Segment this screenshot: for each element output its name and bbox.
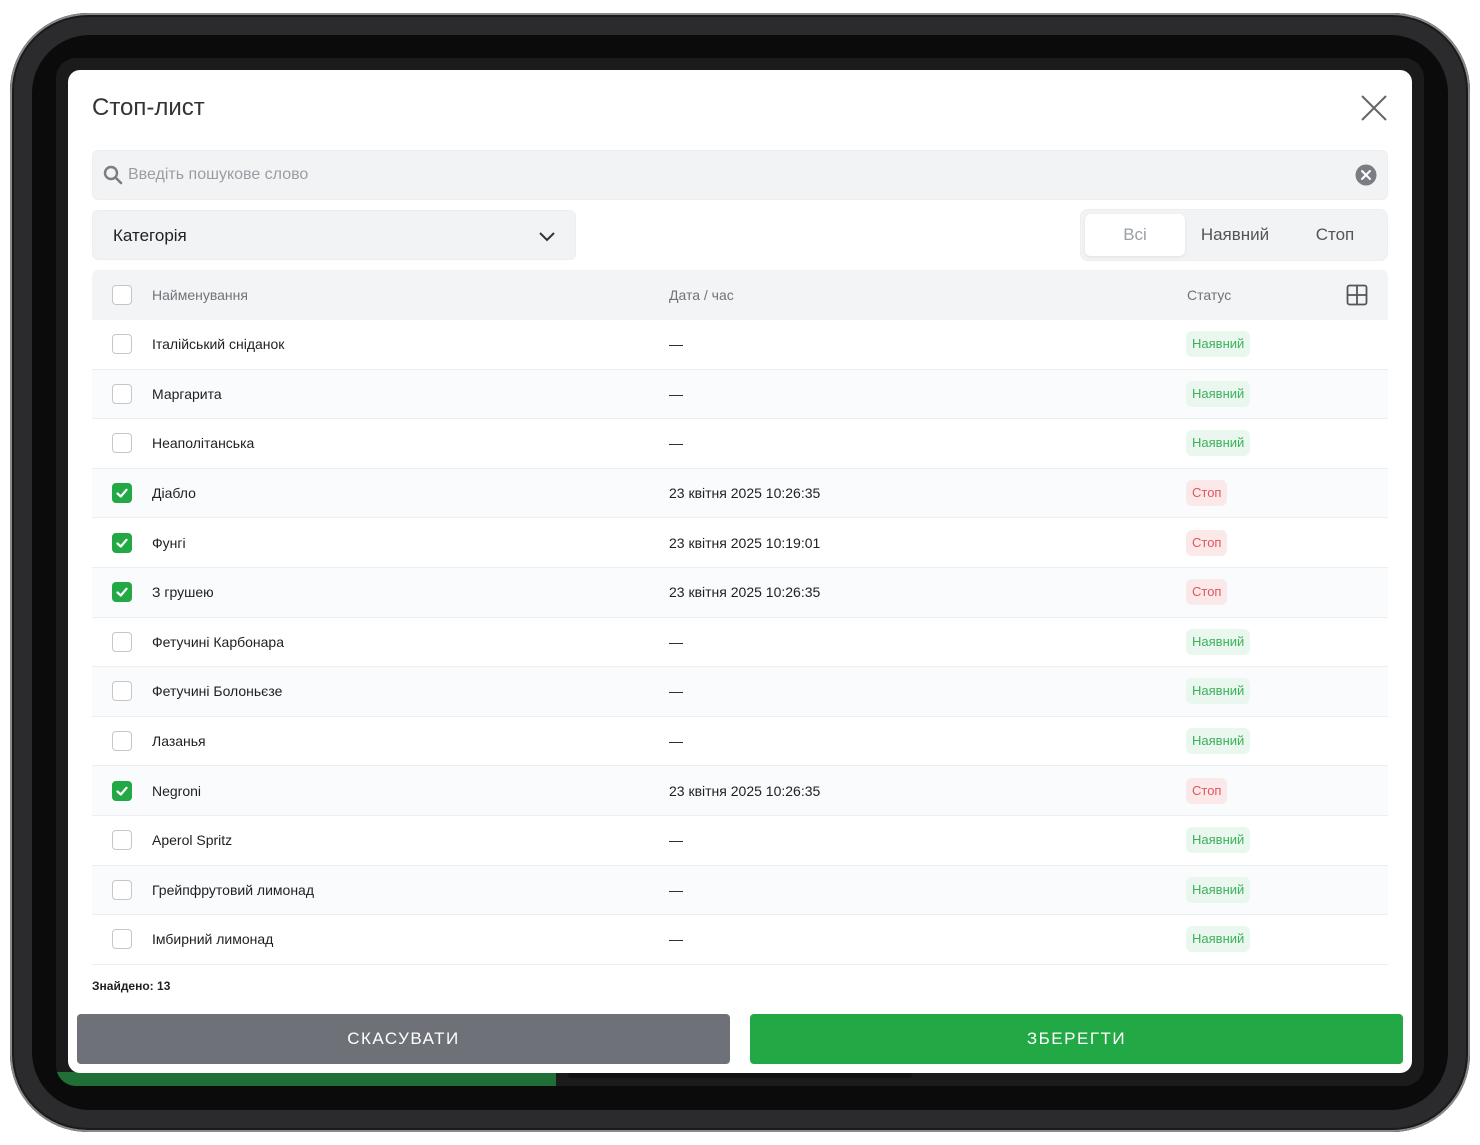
item-datetime: — — [669, 435, 683, 452]
found-count: Знайдено: 13 — [92, 979, 171, 993]
row-checkbox[interactable] — [112, 780, 132, 801]
table-row[interactable]: З грушею 23 квітня 2025 10:26:35 Стоп — [92, 567, 1388, 618]
close-button[interactable] — [1358, 92, 1390, 124]
row-checkbox[interactable] — [112, 681, 132, 702]
status-badge: Стоп — [1186, 777, 1228, 804]
table-header: Найменування Дата / час Статус — [92, 270, 1388, 320]
check-icon — [116, 488, 128, 498]
filter-stop[interactable]: Стоп — [1285, 214, 1385, 256]
stop-list-modal: Стоп-лист Категорія Всі Наявний Стоп — [68, 70, 1412, 1073]
item-datetime: — — [669, 633, 683, 650]
status-badge: Наявний — [1186, 628, 1251, 655]
filter-available[interactable]: Наявний — [1185, 214, 1285, 256]
table-row[interactable]: Маргарита — Наявний — [92, 369, 1388, 420]
clear-icon[interactable] — [1355, 164, 1377, 186]
search-bar — [92, 150, 1388, 200]
item-datetime: 23 квітня 2025 10:19:01 — [669, 534, 821, 551]
item-datetime: — — [669, 931, 683, 948]
item-name: Неаполітанська — [152, 435, 255, 452]
item-datetime: — — [669, 832, 683, 849]
table-row[interactable]: Діабло 23 квітня 2025 10:26:35 Стоп — [92, 468, 1388, 519]
table-row[interactable]: Negroni 23 квітня 2025 10:26:35 Стоп — [92, 766, 1388, 816]
row-checkbox[interactable] — [112, 483, 132, 504]
table-row[interactable]: Імбирний лимонад — Наявний — [92, 915, 1388, 965]
category-label: Категорія — [113, 226, 187, 245]
row-checkbox[interactable] — [112, 532, 132, 553]
row-checkbox[interactable] — [112, 334, 132, 355]
search-icon — [103, 165, 123, 185]
table-row[interactable]: Італійський сніданок — Наявний — [92, 320, 1388, 370]
table-row[interactable]: Неаполітанська — Наявний — [92, 419, 1388, 469]
row-checkbox[interactable] — [112, 879, 132, 900]
status-badge: Наявний — [1186, 430, 1251, 457]
table-row[interactable]: Фунгі 23 квітня 2025 10:19:01 Стоп — [92, 518, 1388, 568]
item-datetime: — — [669, 881, 683, 898]
cancel-button[interactable]: СКАСУВАТИ — [77, 1014, 730, 1064]
item-datetime: — — [669, 733, 683, 750]
grid-icon[interactable] — [1346, 284, 1368, 306]
item-datetime: 23 квітня 2025 10:26:35 — [669, 485, 821, 502]
item-datetime: — — [669, 683, 683, 700]
item-name: Лазанья — [152, 733, 206, 750]
background-accent — [56, 1072, 556, 1086]
status-badge: Наявний — [1186, 678, 1251, 705]
row-checkbox[interactable] — [112, 830, 132, 851]
status-badge: Наявний — [1186, 876, 1251, 903]
item-name: Грейпфрутовий лимонад — [152, 881, 315, 898]
table-row[interactable]: Aperol Spritz — Наявний — [92, 816, 1388, 866]
item-datetime: 23 квітня 2025 10:26:35 — [669, 782, 821, 799]
row-checkbox[interactable] — [112, 631, 132, 652]
item-name: Маргарита — [152, 385, 222, 402]
row-checkbox[interactable] — [112, 433, 132, 454]
item-name: Діабло — [152, 485, 196, 502]
item-name: Фетучині Болоньєзе — [152, 683, 283, 700]
item-name: Aperol Spritz — [152, 832, 233, 849]
status-badge: Стоп — [1186, 529, 1228, 556]
status-badge: Стоп — [1186, 480, 1228, 507]
row-checkbox[interactable] — [112, 582, 132, 603]
table-row[interactable]: Лазанья — Наявний — [92, 717, 1388, 767]
chevron-down-icon — [539, 232, 555, 242]
table-row[interactable]: Фетучині Болоньєзе — Наявний — [92, 667, 1388, 717]
status-badge: Наявний — [1186, 827, 1251, 854]
status-badge: Наявний — [1186, 926, 1251, 953]
status-badge: Наявний — [1186, 380, 1251, 407]
item-datetime: — — [669, 385, 683, 402]
item-name: Італійський сніданок — [152, 336, 285, 353]
category-select[interactable]: Категорія — [92, 210, 576, 260]
item-datetime: 23 квітня 2025 10:26:35 — [669, 584, 821, 601]
row-checkbox[interactable] — [112, 383, 132, 404]
items-table: Найменування Дата / час Статус Італійськ… — [92, 270, 1388, 965]
check-icon — [116, 587, 128, 597]
item-name: Фунгі — [152, 534, 186, 551]
item-name: Negroni — [152, 782, 202, 799]
column-name-header: Найменування — [152, 287, 248, 303]
filter-all[interactable]: Всі — [1085, 214, 1185, 256]
search-input[interactable] — [128, 151, 1338, 199]
table-row[interactable]: Фетучині Карбонара — Наявний — [92, 618, 1388, 668]
item-name: З грушею — [152, 584, 214, 601]
item-name: Імбирний лимонад — [152, 931, 274, 948]
save-button[interactable]: ЗБЕРЕГТИ — [750, 1014, 1403, 1064]
item-datetime: — — [669, 336, 683, 353]
table-row[interactable]: Грейпфрутовий лимонад — Наявний — [92, 865, 1388, 916]
status-badge: Наявний — [1186, 331, 1251, 358]
status-badge: Наявний — [1186, 728, 1251, 755]
check-icon — [116, 786, 128, 796]
column-datetime-header: Дата / час — [669, 287, 734, 303]
modal-title: Стоп-лист — [92, 94, 205, 121]
check-icon — [116, 538, 128, 548]
select-all-checkbox[interactable] — [112, 285, 132, 305]
item-name: Фетучині Карбонара — [152, 633, 285, 650]
status-filter: Всі Наявний Стоп — [1080, 209, 1388, 261]
row-checkbox[interactable] — [112, 929, 132, 950]
table-body: Італійський сніданок — Наявний Маргарита — На… — [92, 320, 1388, 965]
column-status-header: Статус — [1187, 287, 1232, 303]
status-badge: Стоп — [1186, 579, 1228, 606]
row-checkbox[interactable] — [112, 731, 132, 752]
close-icon — [1361, 95, 1387, 121]
